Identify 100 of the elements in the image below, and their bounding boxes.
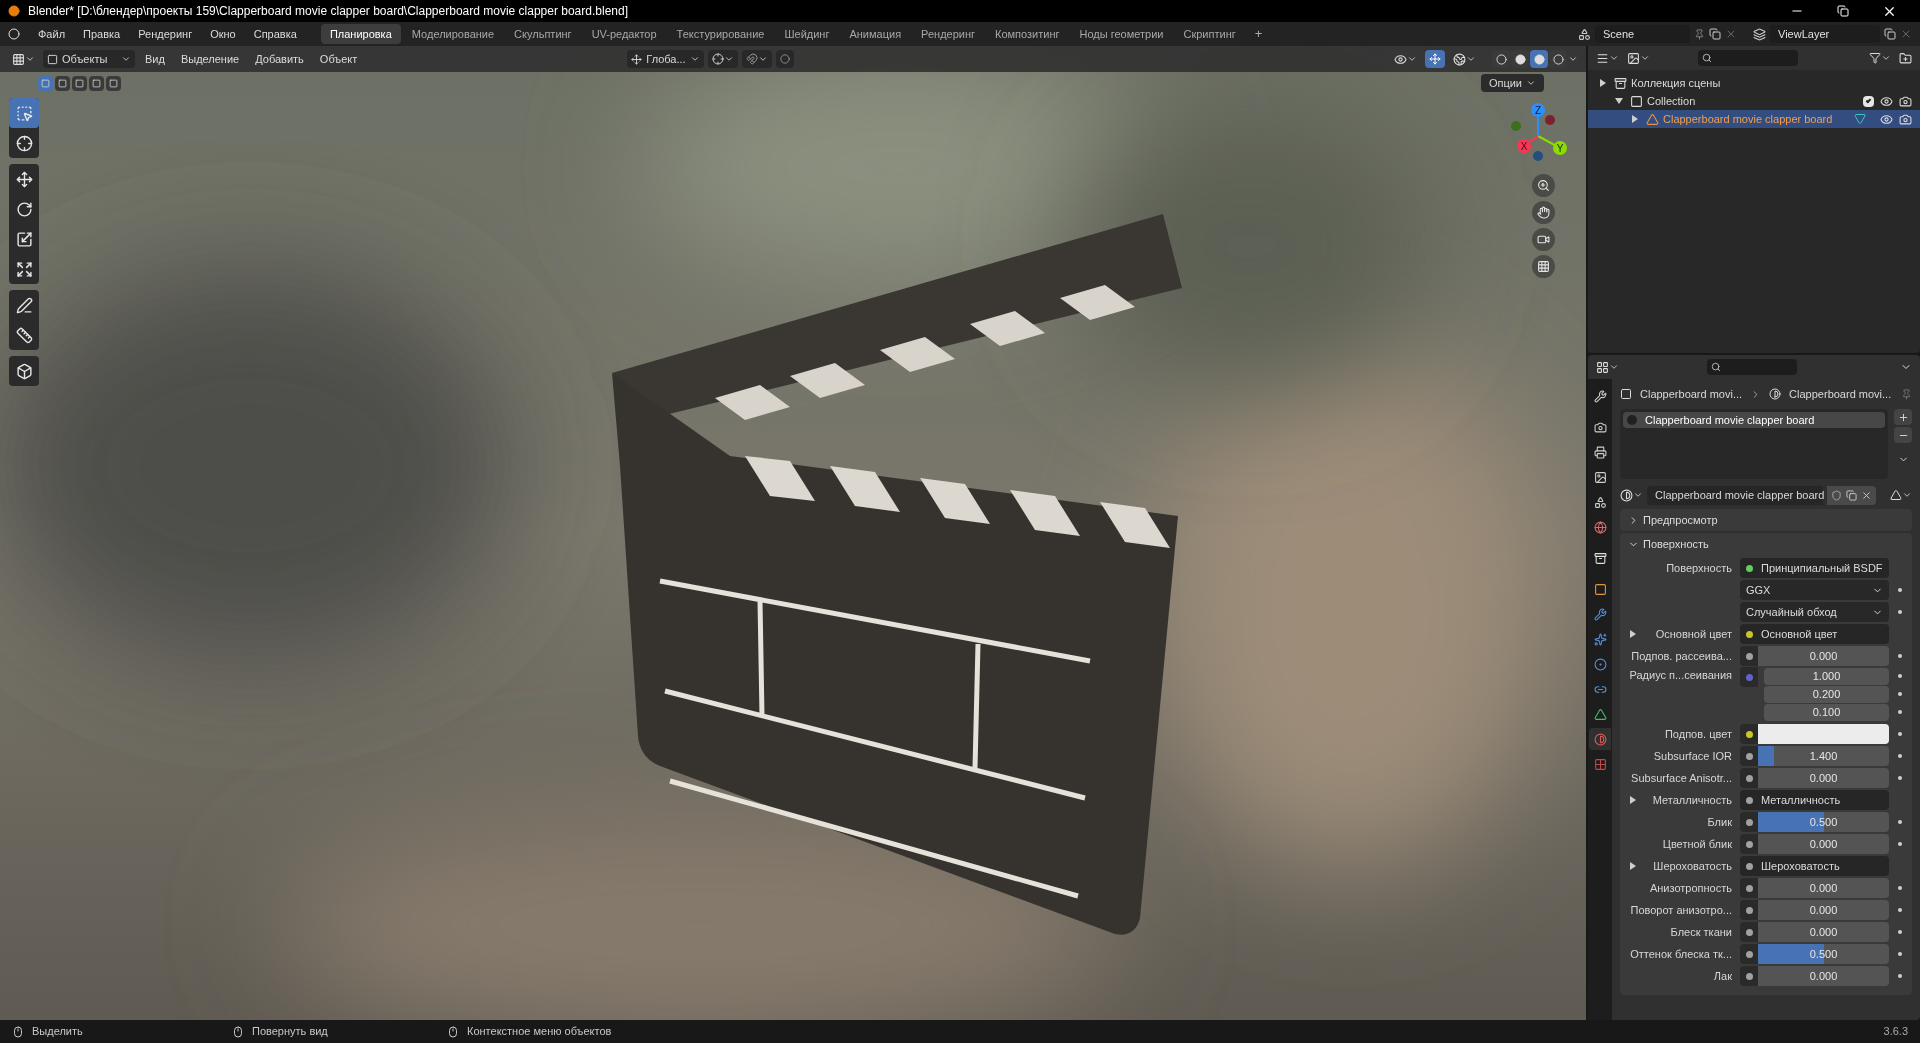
pin-icon[interactable] [1694,28,1705,40]
close-icon[interactable] [1900,28,1912,40]
menu-item[interactable]: Добавить [249,50,310,68]
number-field[interactable]: 0.000 [1758,878,1889,898]
linked-node-field[interactable]: Шероховатость [1740,856,1889,876]
linked-node-field[interactable]: Принципиальный BSDF [1740,558,1889,578]
orientation-dropdown[interactable]: Глоба... [627,50,704,68]
close-icon[interactable] [1725,28,1737,40]
menu-item[interactable]: Файл [30,25,74,43]
scene-field[interactable]: Scene [1595,25,1690,43]
panel-header[interactable]: Поверхность [1620,533,1912,555]
copy-icon[interactable] [1846,489,1857,501]
expand-arrow-icon[interactable] [1615,98,1623,104]
copy-icon[interactable] [1884,28,1896,40]
workspace-tab[interactable]: Скриптинг [1174,24,1245,44]
outliner-row[interactable]: Collection [1588,92,1920,110]
editor-type-button[interactable] [1596,51,1619,65]
mode-dropdown[interactable]: Объекты [43,50,135,68]
number-field[interactable]: 1.000 [1764,667,1889,685]
workspace-tab[interactable]: Скульптинг [505,24,581,44]
search-field[interactable] [1707,359,1797,375]
camera-icon[interactable] [1899,112,1912,126]
menu-item[interactable]: Окно [202,25,244,43]
workspace-tab[interactable]: Анимация [840,24,911,44]
search-icon [1702,53,1712,63]
copy-icon[interactable] [1709,28,1721,40]
workspace-tab[interactable]: Рендеринг [912,24,985,44]
expand-arrow-icon[interactable] [1600,79,1606,87]
app-logo-icon[interactable] [8,28,20,40]
panel-header[interactable]: Предпросмотр [1620,509,1912,531]
expand-arrow-icon[interactable] [1632,115,1638,123]
camera-icon[interactable] [1899,94,1912,108]
number-field[interactable]: 0.000 [1758,922,1889,942]
menu-item[interactable]: Рендеринг [130,25,201,43]
number-field[interactable]: 0.100 [1764,703,1889,721]
proportional-edit-button[interactable] [775,50,794,68]
view-layer-icon[interactable] [1753,27,1766,41]
scene-icon[interactable] [1578,27,1591,41]
breadcrumb-item[interactable]: Clapperboard movi... [1789,385,1892,403]
workspace-tab[interactable]: Ноды геометрии [1070,24,1173,44]
dropdown[interactable]: Случайный обход [1740,602,1889,622]
shading-mode-button[interactable] [1511,50,1529,68]
fake-user-icon[interactable] [1831,489,1842,501]
filter-button[interactable] [1869,52,1891,64]
search-field[interactable] [1698,50,1798,66]
shading-mode-button[interactable] [1549,50,1567,68]
number-field[interactable]: 0.000 [1758,768,1889,788]
menu-item[interactable]: Правка [75,25,129,43]
color-swatch[interactable] [1758,724,1889,744]
linked-node-field[interactable]: Металличность [1740,790,1889,810]
material-name-field[interactable]: Clapperboard movie clapper board [1647,485,1823,505]
property-label: Subsurface IOR [1653,748,1732,764]
menu-item[interactable]: Выделение [174,50,246,68]
snap-button[interactable] [741,50,772,68]
shading-mode-button[interactable] [1530,50,1548,68]
outliner-row[interactable]: Коллекция сцены [1588,74,1920,92]
grid-icon [1596,360,1609,374]
sphere-icon [1620,488,1633,502]
number-field[interactable]: 0.000 [1758,646,1889,666]
node-type-button[interactable] [1890,489,1912,501]
number-field[interactable]: 0.000 [1758,966,1889,986]
pivot-button[interactable] [707,50,738,68]
unlink-icon[interactable] [1861,489,1872,501]
options-dropdown[interactable]: Опции [1480,74,1544,92]
number-field[interactable]: 0.000 [1758,834,1889,854]
shading-mode-button[interactable] [1492,50,1510,68]
editor-type-button[interactable] [1596,360,1619,374]
breadcrumb-item[interactable]: Clapperboard movi... [1640,385,1743,403]
menu-item[interactable]: Объект [313,50,364,68]
menu-item[interactable]: Справка [245,25,305,43]
expand-arrow-icon[interactable] [1630,862,1636,870]
view-layer-field[interactable]: ViewLayer [1770,25,1880,43]
number-field[interactable]: 0.000 [1758,900,1889,920]
workspace-tab[interactable]: Моделирование [402,24,504,44]
chevron-icon [121,54,131,64]
new-collection-icon[interactable] [1899,51,1912,65]
add-slot-button[interactable] [1894,409,1912,425]
checkbox[interactable] [1863,95,1874,107]
expand-arrow-icon[interactable] [1630,796,1636,804]
linked-node-field[interactable]: Основной цвет [1740,624,1889,644]
expand-arrow-icon[interactable] [1630,630,1636,638]
number-field[interactable]: 0.200 [1764,685,1889,703]
display-mode-button[interactable] [1627,51,1650,65]
number-field[interactable]: 1.400 [1758,746,1889,766]
material-slot[interactable]: Clapperboard movie clapper board [1623,412,1885,428]
workspace-tab[interactable]: Шейдинг [775,24,839,44]
workspace-tab[interactable]: Текстурирование [667,24,774,44]
workspace-tab[interactable]: UV-редактор [582,24,666,44]
chevron-icon[interactable] [1568,54,1578,64]
add-workspace-button[interactable]: + [1246,24,1271,44]
material-browse-button[interactable] [1620,488,1643,502]
gizmo-toggle-button[interactable] [1425,50,1445,68]
eye-icon[interactable] [1880,94,1893,108]
eye-icon[interactable] [1880,112,1893,126]
dropdown[interactable]: GGX [1740,580,1889,600]
workspace-tab[interactable]: Композитинг [986,24,1069,44]
outliner-row[interactable]: Clapperboard movie clapper board [1588,110,1920,128]
remove-slot-button[interactable] [1894,427,1912,443]
workspace-tab[interactable]: Планировка [320,24,401,44]
menu-item[interactable]: Вид [139,50,171,68]
